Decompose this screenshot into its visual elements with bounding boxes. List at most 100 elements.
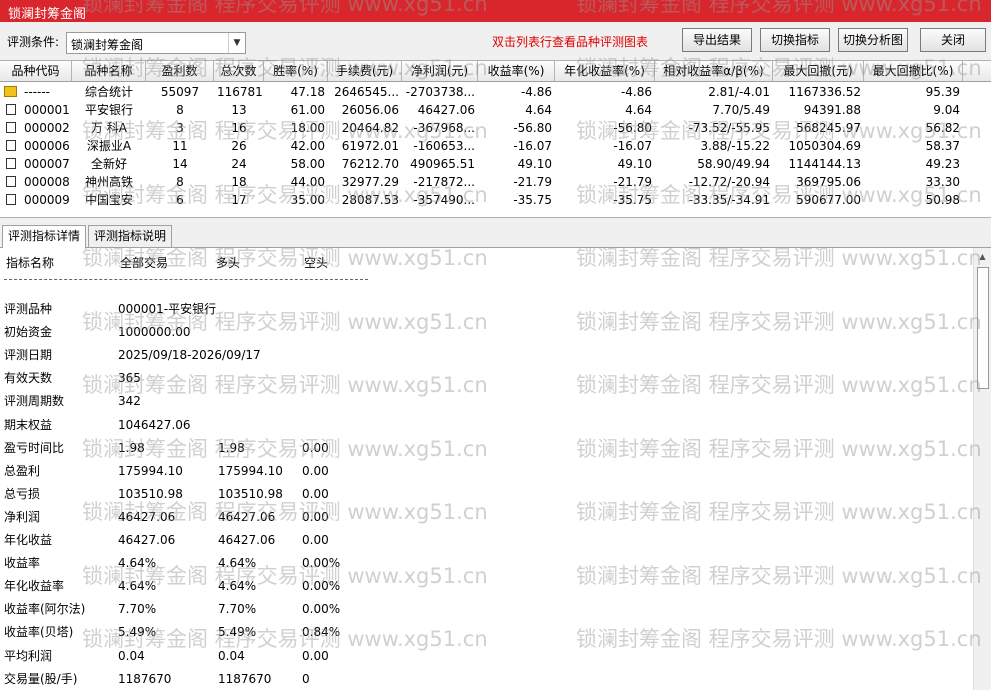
switch-indicator-button[interactable]: 切换指标: [760, 28, 830, 52]
cell-name: 综合统计: [84, 85, 133, 99]
cell-dd: 369795.06: [796, 175, 861, 189]
cell-ab: 2.81/-4.01: [708, 85, 770, 99]
cell-total: 16: [231, 121, 247, 135]
cell-fee: 26056.06: [341, 103, 399, 117]
metric-value: 175994.10: [218, 464, 283, 478]
column-header[interactable]: 品种代码: [0, 61, 72, 81]
tab-indicator-explanation[interactable]: 评测指标说明: [88, 225, 173, 247]
metric-value: 175994.10: [118, 464, 183, 478]
cell-rate: 42.00: [290, 139, 325, 153]
export-button[interactable]: 导出结果: [682, 28, 752, 52]
close-button[interactable]: 关闭: [920, 28, 986, 52]
metric-value: 0.00%: [302, 579, 341, 593]
column-header[interactable]: 净利润(元): [402, 61, 478, 81]
cell-ret: -21.79: [513, 175, 552, 189]
cell-win: 8: [176, 103, 184, 117]
table-row[interactable]: 000008 神州高铁 8 18 44.00 32977.29 -217872... -21.…: [0, 173, 991, 191]
column-header[interactable]: 相对收益率α/β(%): [655, 61, 773, 81]
cell-ddr: 9.04: [933, 103, 960, 117]
cell-total: 24: [231, 157, 247, 171]
cell-fee: 32977.29: [341, 175, 399, 189]
chevron-up-icon[interactable]: ▲: [974, 248, 991, 265]
table-row[interactable]: 000006 深振业A 11 26 42.00 61972.01 -160653... -16…: [0, 137, 991, 155]
cell-ddr: 56.82: [925, 121, 960, 135]
result-table[interactable]: 品种代码 品种名称 盈利数 总次数 胜率(%) 手续费(元) 净利润(元) 收益率(%) 年化收…: [0, 60, 991, 218]
title-bar[interactable]: 锁澜封筹金阁: [0, 0, 991, 22]
switch-chart-button[interactable]: 切换分析图: [838, 28, 908, 52]
metric-value: 0.00: [302, 487, 329, 501]
cell-dd: 568245.97: [796, 121, 861, 135]
table-row[interactable]: 000001 平安银行 8 13 61.00 26056.06 46427.06 4.64 4.…: [0, 101, 991, 119]
metric-label: 年化收益率: [4, 579, 65, 593]
condition-select[interactable]: 锁澜封筹金阁 ▼: [66, 32, 246, 54]
scrollbar-thumb[interactable]: [977, 267, 989, 389]
metric-value: 0.00%: [302, 602, 341, 616]
cell-ab: 58.90/49.94: [697, 157, 770, 171]
detail-header-long: 多头: [216, 256, 241, 270]
table-row[interactable]: ------ 综合统计 55097 116781 47.18 2646545... -270…: [0, 83, 991, 101]
toolbar: 评测条件: 锁澜封筹金阁 ▼ 双击列表行查看品种评测图表 导出结果 切换指标 切…: [0, 22, 991, 60]
column-header[interactable]: 收益率(%): [478, 61, 555, 81]
detail-tabs: 评测指标详情 评测指标说明: [0, 225, 991, 248]
cell-fee: 76212.70: [341, 157, 399, 171]
cell-dd: 1050304.69: [788, 139, 861, 153]
cell-rate: 18.00: [290, 121, 325, 135]
tab-indicator-details[interactable]: 评测指标详情: [2, 225, 87, 248]
vertical-scrollbar[interactable]: ▲: [973, 248, 991, 690]
metric-label: 收益率(阿尔法): [4, 602, 86, 616]
cell-total: 26: [231, 139, 247, 153]
detail-panel[interactable]: 指标名称 全部交易 多头 空头 评测品种 000001-平安银行 初始资金 10000…: [0, 247, 991, 690]
cell-rate: 35.00: [290, 193, 325, 207]
metric-value: 103510.98: [118, 487, 183, 501]
cell-ab: -73.52/-55.95: [688, 121, 770, 135]
metric-label: 评测日期: [4, 348, 53, 362]
cell-ab: 7.70/5.49: [712, 103, 770, 117]
chevron-down-icon[interactable]: ▼: [228, 33, 245, 53]
cell-profit: 490965.51: [410, 157, 475, 171]
column-header[interactable]: 最大回撤(元): [773, 61, 864, 81]
cell-win: 55097: [160, 85, 200, 99]
metric-value: 1.98: [118, 441, 145, 455]
metric-value: 0.04: [218, 649, 245, 663]
metric-value: 4.64%: [118, 579, 157, 593]
column-header[interactable]: 盈利数: [146, 61, 214, 81]
cell-annual: -16.07: [613, 139, 652, 153]
cell-ret: -16.07: [513, 139, 552, 153]
cell-dd: 590677.00: [796, 193, 861, 207]
metric-value: 103510.98: [218, 487, 283, 501]
cell-name: 神州高铁: [84, 175, 133, 189]
code-text: ------: [24, 85, 50, 99]
code-cell: 000006: [0, 137, 72, 155]
table-row[interactable]: 000009 中国宝安 6 17 35.00 28087.53 -357490... -35.…: [0, 191, 991, 209]
condition-value: 锁澜封筹金阁: [71, 38, 144, 52]
cell-annual: -56.80: [613, 121, 652, 135]
column-header[interactable]: 品种名称: [72, 61, 146, 81]
code-text: 000007: [24, 157, 70, 171]
cell-win: 11: [172, 139, 188, 153]
metric-label: 平均利润: [4, 649, 53, 663]
metric-value: 1.98: [218, 441, 245, 455]
metric-label: 交易量(股/手): [4, 672, 78, 686]
column-header[interactable]: 总次数: [214, 61, 264, 81]
column-header[interactable]: 年化收益率(%): [555, 61, 655, 81]
document-icon: [6, 158, 16, 169]
cell-rate: 61.00: [290, 103, 325, 117]
metric-value: 0.00: [302, 441, 329, 455]
metric-value: 1000000.00: [118, 325, 191, 339]
window-title: 锁澜封筹金阁: [8, 7, 87, 22]
detail-header-name: 指标名称: [6, 256, 55, 270]
cell-profit: -2703738...: [405, 85, 475, 99]
metric-label: 评测周期数: [4, 394, 65, 408]
column-header[interactable]: 最大回撤比(%): [864, 61, 963, 81]
metric-value: 7.70%: [118, 602, 157, 616]
cell-fee: 28087.53: [341, 193, 399, 207]
cell-rate: 47.18: [290, 85, 325, 99]
folder-icon: [4, 86, 17, 97]
table-row[interactable]: 000007 全新好 14 24 58.00 76212.70 490965.51 49.10…: [0, 155, 991, 173]
table-row[interactable]: 000002 万 科A 3 16 18.00 20464.82 -367968... -56.…: [0, 119, 991, 137]
column-header[interactable]: 手续费(元): [328, 61, 402, 81]
cell-win: 6: [176, 193, 184, 207]
metric-value: 0.00: [302, 649, 329, 663]
column-header[interactable]: 胜率(%): [264, 61, 328, 81]
metric-value: 0.00: [302, 464, 329, 478]
